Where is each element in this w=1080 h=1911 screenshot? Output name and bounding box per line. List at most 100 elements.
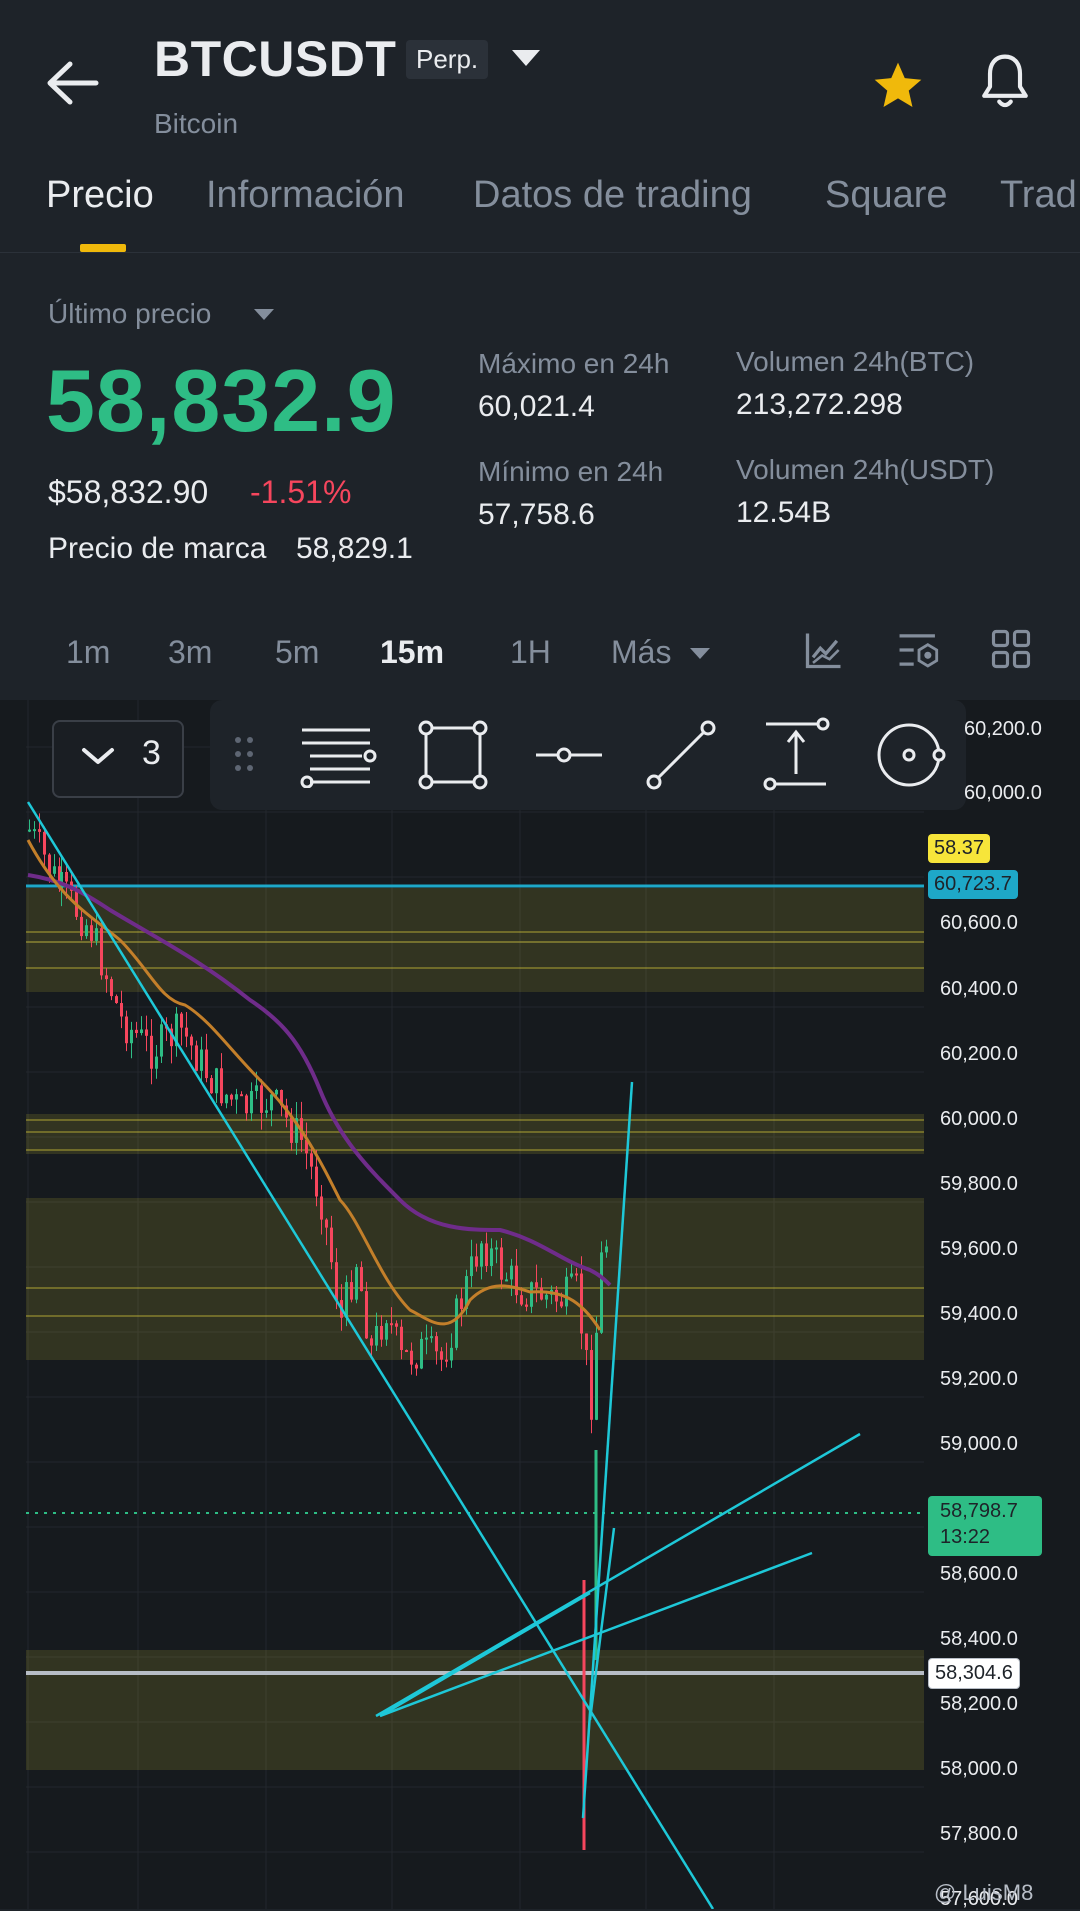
last-price-dropdown-icon[interactable] (254, 309, 274, 320)
candle-body (375, 1325, 378, 1346)
collapse-toolbar-button[interactable] (52, 720, 184, 798)
candle-body (135, 1029, 138, 1034)
candle-body (495, 1247, 498, 1250)
candle-body (500, 1247, 503, 1280)
candle-body (190, 1036, 193, 1046)
candle-body (565, 1276, 568, 1307)
candle-body (90, 925, 93, 941)
last-price-value: 58,832.9 (46, 351, 397, 450)
candle-body (335, 1262, 338, 1301)
candle-body (110, 979, 113, 997)
interval-15m[interactable]: 15m (380, 634, 444, 671)
axis-label: 59,800.0 (940, 1173, 1018, 1195)
symbol-title[interactable]: BTCUSDT (154, 30, 396, 88)
candle-body (350, 1282, 353, 1300)
rectangle-icon[interactable] (418, 720, 488, 790)
candle-body (140, 1029, 143, 1034)
drag-handle-icon[interactable] (232, 734, 258, 774)
candle-body (120, 1003, 123, 1017)
volume-btc-label: Volumen 24h(BTC) (736, 346, 975, 377)
candle-body (415, 1364, 418, 1369)
candle-body (450, 1347, 453, 1361)
circle-icon[interactable] (874, 718, 948, 792)
back-arrow-icon[interactable] (44, 60, 104, 106)
axis-label: 59,000.0 (940, 1433, 1018, 1455)
candle-body (250, 1091, 253, 1114)
tab-informacion[interactable]: Información (206, 174, 405, 217)
mark-price-label: Precio de marca (48, 532, 267, 565)
alert-tag-yellow[interactable]: 58.37 (928, 834, 991, 863)
candle-body (525, 1304, 528, 1307)
favorite-star-icon[interactable] (870, 58, 926, 114)
candle-body (430, 1336, 433, 1339)
candle-body (540, 1287, 543, 1300)
interval-3m[interactable]: 3m (168, 634, 212, 671)
horizontal-ray-icon[interactable] (534, 740, 604, 770)
support-price-tag[interactable]: 58,304.6 (928, 1658, 1020, 1689)
usd-price: $58,832.90 (48, 474, 209, 510)
active-tab-indicator (80, 244, 126, 252)
axis-label: 60,600.0 (940, 912, 1018, 934)
candle-body (585, 1333, 588, 1351)
candle-body (545, 1294, 548, 1300)
candle-body (455, 1298, 458, 1348)
interval-1m[interactable]: 1m (66, 634, 110, 671)
candle-body (235, 1094, 238, 1100)
candle-body (355, 1267, 358, 1300)
chevron-down-icon[interactable] (80, 744, 116, 768)
candle-body (195, 1045, 198, 1071)
candle-body (605, 1246, 608, 1253)
high-24h-value: 60,021.4 (478, 390, 595, 423)
mark-price-value: 58,829.1 (296, 532, 413, 565)
axis-label: 60,000.0 (940, 1108, 1018, 1130)
candle-body (200, 1049, 203, 1071)
tab-square[interactable]: Square (825, 174, 948, 217)
candle-body (160, 1024, 163, 1057)
candle-body (400, 1326, 403, 1351)
chart-settings-icon[interactable] (896, 628, 942, 672)
candle-body (95, 928, 98, 941)
horizontal-lines-icon[interactable] (300, 724, 380, 788)
more-dropdown-icon[interactable] (690, 648, 710, 659)
candle-body (365, 1291, 368, 1339)
candle-body (100, 928, 103, 976)
trendline-icon[interactable] (644, 718, 718, 792)
interval-5m[interactable]: 5m (275, 634, 319, 671)
bell-icon[interactable] (976, 52, 1034, 112)
candle-body (260, 1085, 263, 1113)
candle-body (555, 1289, 558, 1302)
candle-body (510, 1265, 513, 1280)
symbol-dropdown-icon[interactable] (512, 50, 540, 66)
layout-grid-icon[interactable] (990, 628, 1032, 670)
candle-body (115, 996, 118, 1004)
current-price-value: 58,798.7 (940, 1500, 1018, 1522)
low-24h-value: 57,758.6 (478, 498, 595, 531)
candle-body (485, 1243, 488, 1266)
candle-body (520, 1295, 523, 1305)
candle-body (85, 925, 88, 937)
indicators-icon[interactable] (802, 628, 846, 672)
candle-body (390, 1323, 393, 1326)
price-range-icon[interactable] (760, 716, 832, 792)
axis-label: 58,400.0 (940, 1628, 1018, 1650)
volume-usdt-value: 12.54B (736, 496, 832, 529)
low-24h-label: Mínimo en 24h (478, 456, 664, 487)
tab-precio[interactable]: Precio (46, 174, 154, 217)
candle-body (145, 1029, 148, 1036)
tab-datos-de-trading[interactable]: Datos de trading (473, 174, 752, 217)
interval-1h[interactable]: 1H (510, 634, 551, 671)
candle-body (590, 1350, 593, 1420)
candle-body (475, 1256, 478, 1267)
tab-trading[interactable]: Trad (1000, 174, 1077, 217)
candle-body (575, 1273, 578, 1276)
volume-usdt-label: Volumen 24h(USDT) (736, 454, 995, 485)
interval-more[interactable]: Más (611, 634, 671, 671)
candle-body (290, 1117, 293, 1143)
axis-label: 60,000.0 (964, 782, 1042, 804)
resistance-price-tag[interactable]: 60,723.7 (928, 870, 1018, 899)
price-chart[interactable] (0, 700, 1080, 1909)
last-price-label[interactable]: Último precio (48, 298, 211, 330)
candle-body (225, 1094, 228, 1104)
candle-body (265, 1110, 268, 1113)
candle-body (275, 1089, 278, 1095)
